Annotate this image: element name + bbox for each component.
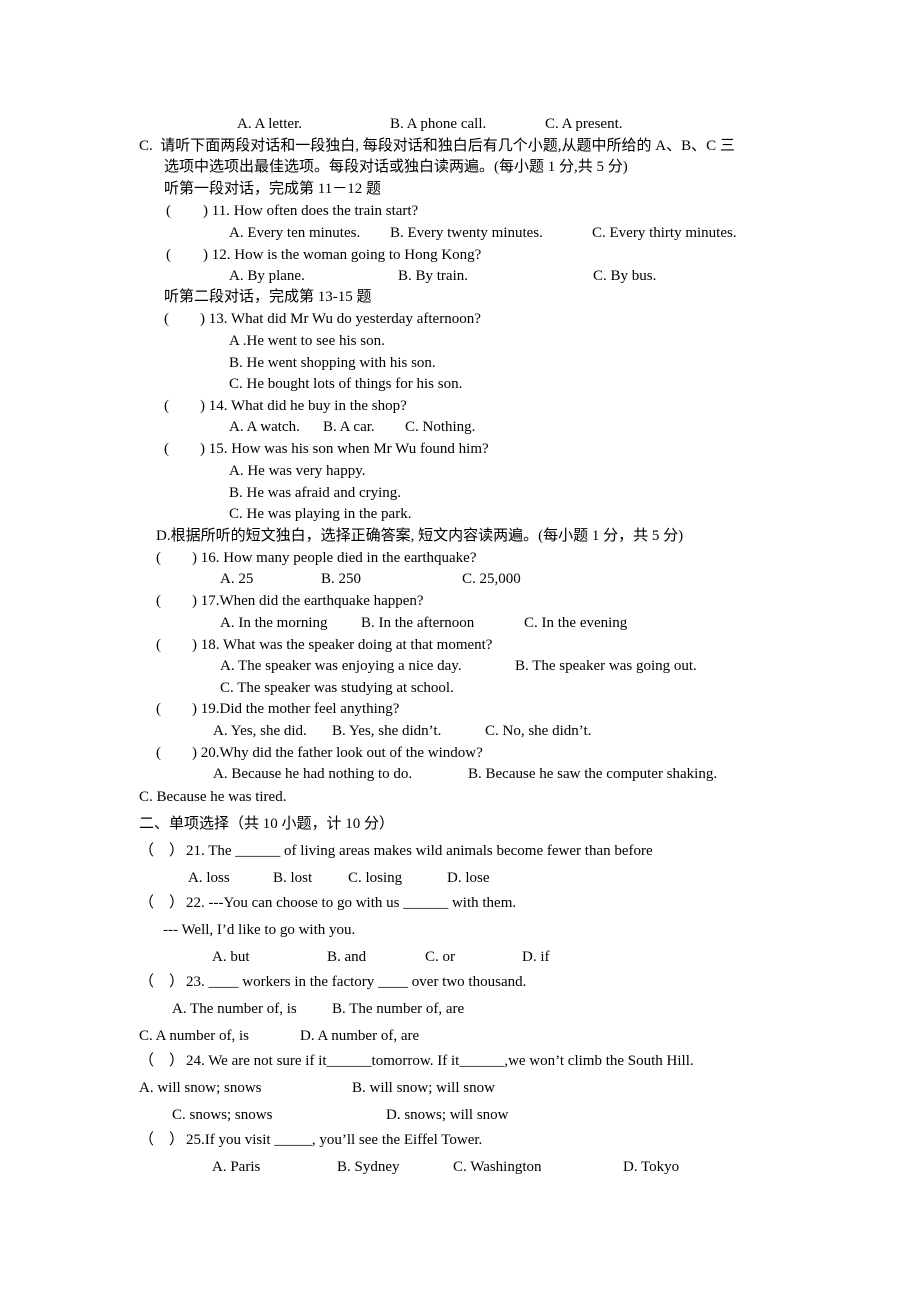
q21-option-b: B. lost (273, 870, 313, 886)
q22-option-d: D. if (522, 949, 550, 965)
q20-stem: ) 20.Why did the father look out of the … (192, 745, 483, 761)
q25-option-c: C. Washington (453, 1159, 542, 1175)
q18-option-a: A. The speaker was enjoying a nice day. (220, 658, 462, 674)
answer-blank[interactable]: ( (166, 246, 171, 264)
answer-blank[interactable]: ( (164, 397, 169, 415)
q15-stem: ) 15. How was his son when Mr Wu found h… (200, 441, 489, 457)
q20-option-b: B. Because he saw the computer shaking. (468, 766, 718, 782)
answer-blank[interactable]: （ ） (139, 842, 184, 860)
q11-option-b: B. Every twenty minutes. (390, 225, 543, 241)
q22-option-b: B. and (327, 949, 367, 965)
answer-blank[interactable]: （ ） (139, 973, 184, 991)
q24-option-d: D. snows; will snow (386, 1107, 509, 1123)
q12-stem: ) 12. How is the woman going to Hong Kon… (203, 247, 482, 263)
q13-stem: ) 13. What did Mr Wu do yesterday aftern… (200, 311, 481, 327)
q10-option-b: B. A phone call. (390, 116, 487, 132)
q25-option-a: A. Paris (212, 1159, 261, 1175)
q17-option-b: B. In the afternoon (361, 615, 475, 631)
dialog2-heading: 听第二段对话，完成第 13-15 题 (164, 289, 372, 305)
q15-option-b: B. He was afraid and crying. (229, 485, 402, 501)
dialog1-heading: 听第一段对话，完成第 11－12 题 (164, 181, 381, 197)
q22-stem: 22. ---You can choose to go with us ____… (186, 895, 517, 911)
q12-option-c: C. By bus. (593, 268, 657, 284)
q13-option-b: B. He went shopping with his son. (229, 355, 436, 371)
q17-stem: ) 17.When did the earthquake happen? (192, 593, 424, 609)
q19-stem: ) 19.Did the mother feel anything? (192, 701, 400, 717)
q16-option-a: A. 25 (220, 571, 254, 587)
q14-option-b: B. A car. (323, 419, 375, 435)
answer-blank[interactable]: ( (156, 592, 161, 610)
q13-option-c: C. He bought lots of things for his son. (229, 376, 463, 392)
answer-blank[interactable]: ( (166, 202, 171, 220)
q21-option-d: D. lose (447, 870, 490, 886)
q25-option-d: D. Tokyo (623, 1159, 680, 1175)
q13-option-a: A .He went to see his son. (229, 333, 385, 349)
q14-option-a: A. A watch. (229, 419, 300, 435)
q17-option-c: C. In the evening (524, 615, 628, 631)
q22-option-c: C. or (425, 949, 455, 965)
q15-option-c: C. He was playing in the park. (229, 506, 412, 522)
answer-blank[interactable]: （ ） (139, 1052, 184, 1070)
q10-option-c: C. A present. (545, 116, 623, 132)
q17-option-a: A. In the morning (220, 615, 328, 631)
q24-option-c: C. snows; snows (172, 1107, 273, 1123)
answer-blank[interactable]: ( (156, 636, 161, 654)
q20-option-c: C. Because he was tired. (139, 789, 287, 805)
q16-option-b: B. 250 (321, 571, 362, 587)
q21-option-c: C. losing (348, 870, 403, 886)
q16-stem: ) 16. How many people died in the earthq… (192, 550, 477, 566)
section-c-instruction-line1: C. 请听下面两段对话和一段独白, 每段对话和独白后有几个小题,从题中所给的 A… (139, 138, 735, 154)
q23-stem: 23. ____ workers in the factory ____ ove… (186, 974, 527, 990)
q12-option-a: A. By plane. (229, 268, 305, 284)
q11-option-c: C. Every thirty minutes. (592, 225, 737, 241)
q19-option-c: C. No, she didn’t. (485, 723, 592, 739)
q23-option-c: C. A number of, is (139, 1028, 250, 1044)
q24-option-b: B. will snow; will snow (352, 1080, 495, 1096)
q15-option-a: A. He was very happy. (229, 463, 366, 479)
q25-stem: 25.If you visit _____, you’ll see the Ei… (186, 1132, 483, 1148)
answer-blank[interactable]: ( (164, 310, 169, 328)
q24-option-a: A. will snow; snows (139, 1080, 262, 1096)
q19-option-a: A. Yes, she did. (213, 723, 307, 739)
q11-option-a: A. Every ten minutes. (229, 225, 361, 241)
q10-option-a: A. A letter. (237, 116, 302, 132)
q21-stem: 21. The ______ of living areas makes wil… (186, 843, 653, 859)
q23-option-b: B. The number of, are (332, 1001, 465, 1017)
section-d-instruction: D.根据所听的短文独白，选择正确答案, 短文内容读两遍。(每小题 1 分，共 5… (156, 528, 684, 544)
q25-option-b: B. Sydney (337, 1159, 400, 1175)
answer-blank[interactable]: ( (164, 440, 169, 458)
q22-reply: --- Well, I’d like to go with you. (163, 922, 356, 938)
q19-option-b: B. Yes, she didn’t. (332, 723, 442, 739)
q12-option-b: B. By train. (398, 268, 468, 284)
part2-heading: 二、单项选择（共 10 小题，计 10 分） (139, 816, 395, 832)
answer-blank[interactable]: ( (156, 744, 161, 762)
q14-stem: ) 14. What did he buy in the shop? (200, 398, 407, 414)
section-c-instruction-line2: 选项中选项出最佳选项。每段对话或独白读两遍。(每小题 1 分,共 5 分) (164, 159, 628, 175)
answer-blank[interactable]: （ ） (139, 894, 184, 912)
q23-option-d: D. A number of, are (300, 1028, 420, 1044)
answer-blank[interactable]: （ ） (139, 1131, 184, 1149)
q14-option-c: C. Nothing. (405, 419, 476, 435)
q20-option-a: A. Because he had nothing to do. (213, 766, 413, 782)
q24-stem: 24. We are not sure if it______tomorrow.… (186, 1053, 694, 1069)
answer-blank[interactable]: ( (156, 549, 161, 567)
q18-stem: ) 18. What was the speaker doing at that… (192, 637, 493, 653)
q16-option-c: C. 25,000 (462, 571, 521, 587)
q11-stem: ) 11. How often does the train start? (203, 203, 419, 219)
q18-option-b: B. The speaker was going out. (515, 658, 697, 674)
q21-option-a: A. loss (188, 870, 230, 886)
q18-option-c: C. The speaker was studying at school. (220, 680, 454, 696)
q23-option-a: A. The number of, is (172, 1001, 297, 1017)
q22-option-a: A. but (212, 949, 250, 965)
answer-blank[interactable]: ( (156, 700, 161, 718)
